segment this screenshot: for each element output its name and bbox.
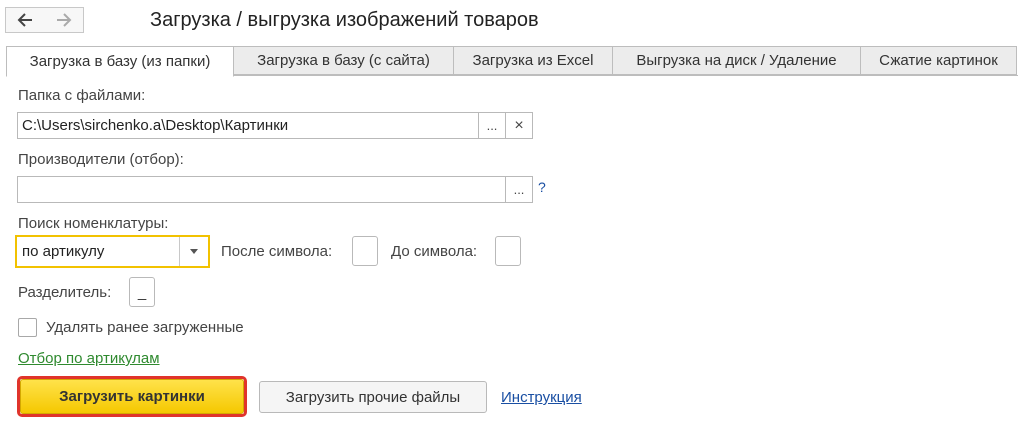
filter-by-articles-link[interactable]: Отбор по артикулам: [18, 350, 160, 367]
separator-label: Разделитель:: [18, 284, 112, 301]
after-symbol-input[interactable]: [352, 236, 378, 266]
folder-clear-button[interactable]: ×: [505, 112, 533, 139]
search-label: Поиск номенклатуры:: [18, 215, 169, 232]
search-mode-value: по артикулу: [22, 243, 105, 260]
load-pictures-highlight: Загрузить картинки: [17, 376, 247, 417]
triangle-down-icon: [190, 249, 198, 254]
page-title: Загрузка / выгрузка изображений товаров: [150, 9, 539, 31]
producers-help-icon[interactable]: ?: [538, 179, 546, 195]
folder-label: Папка с файлами:: [18, 87, 146, 104]
producers-label: Производители (отбор):: [18, 151, 184, 168]
tab-compress-images[interactable]: Сжатие картинок: [860, 46, 1017, 75]
before-symbol-label: До символа:: [391, 243, 478, 260]
delete-loaded-checkbox[interactable]: [18, 318, 37, 337]
load-pictures-button[interactable]: Загрузить картинки: [20, 379, 244, 414]
producers-input[interactable]: [17, 176, 506, 203]
instruction-link[interactable]: Инструкция: [501, 389, 582, 406]
after-symbol-label: После символа:: [221, 243, 333, 260]
forward-button[interactable]: [44, 7, 84, 33]
separator-input[interactable]: _: [129, 277, 155, 307]
tab-upload-excel[interactable]: Загрузка из Excel: [453, 46, 613, 75]
producers-browse-button[interactable]: ...: [505, 176, 533, 203]
dropdown-button[interactable]: [179, 237, 208, 266]
folder-path-input[interactable]: C:\Users\sirchenko.a\Desktop\Картинки: [17, 112, 479, 139]
tab-upload-folder[interactable]: Загрузка в базу (из папки): [6, 46, 234, 77]
load-other-files-button[interactable]: Загрузить прочие файлы: [259, 381, 487, 413]
delete-loaded-label: Удалять ранее загруженные: [46, 319, 244, 336]
back-button[interactable]: [5, 7, 45, 33]
arrow-right-icon: [56, 13, 71, 27]
folder-browse-button[interactable]: ...: [478, 112, 506, 139]
tab-upload-site[interactable]: Загрузка в базу (с сайта): [233, 46, 454, 75]
tab-export-delete[interactable]: Выгрузка на диск / Удаление: [612, 46, 861, 75]
search-mode-select[interactable]: по артикулу: [15, 235, 210, 268]
arrow-left-icon: [17, 13, 32, 27]
tab-panel-border: [233, 75, 1018, 76]
before-symbol-input[interactable]: [495, 236, 521, 266]
